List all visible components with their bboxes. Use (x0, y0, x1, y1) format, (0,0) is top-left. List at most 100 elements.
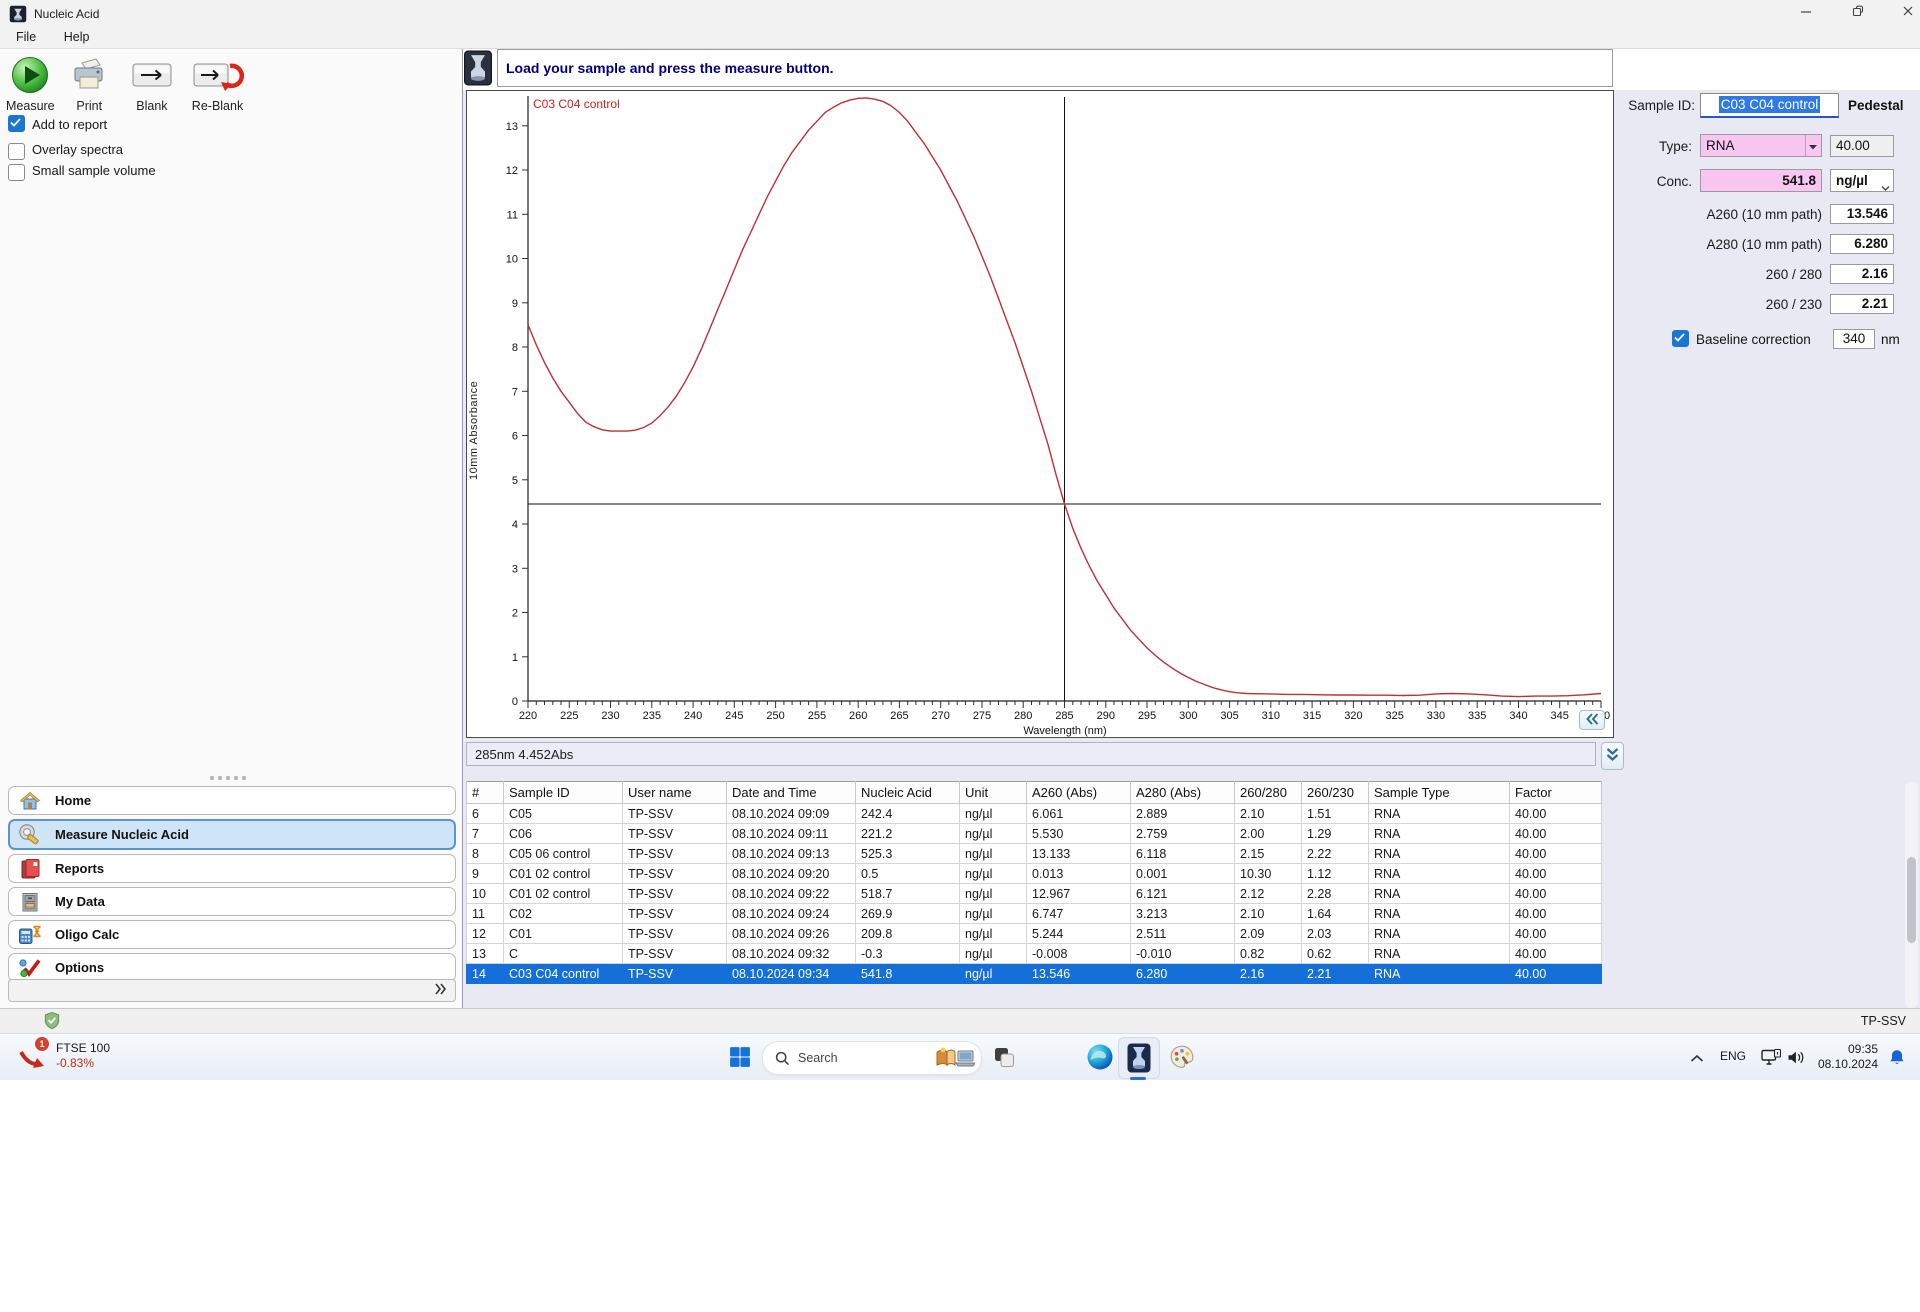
checkbox-overlay-spectra[interactable]: Overlay spectra (8, 141, 123, 160)
table-cell: -0.3 (855, 943, 960, 964)
svg-text:325: 325 (1386, 710, 1404, 722)
column-header[interactable]: A280 (Abs) (1130, 781, 1235, 804)
table-cell: 525.3 (855, 843, 960, 864)
table-row[interactable]: 11 C02 TP-SSV 08.10.2024 09:24 269.9 ng/µl 6.7… (466, 903, 1602, 924)
volume-icon[interactable] (1786, 1049, 1806, 1065)
baseline-wavelength-input[interactable]: 340 (1833, 329, 1875, 349)
column-header[interactable]: Sample Type (1368, 781, 1510, 804)
sidebar-item-reports[interactable]: Reports (8, 854, 456, 883)
column-header[interactable]: 260/280 (1234, 781, 1302, 804)
restore-button[interactable] (1838, 4, 1878, 24)
table-row[interactable]: 12 C01 TP-SSV 08.10.2024 09:26 209.8 ng/µl 5.2… (466, 923, 1602, 944)
sidebar-item-label: My Data (55, 894, 105, 909)
language-indicator[interactable]: ENG (1720, 1049, 1746, 1063)
sidebar-item-oligo[interactable]: Oligo Calc (8, 920, 456, 949)
print-button[interactable]: Print (68, 55, 110, 113)
sidebar-collapse-bar[interactable] (8, 979, 456, 1002)
minimize-button[interactable] (1786, 4, 1826, 24)
sidebar-item-options[interactable]: Options (8, 953, 456, 982)
baseline-unit-label: nm (1881, 332, 1900, 347)
menu-file[interactable]: File (4, 28, 48, 46)
tray-chevron-up-icon[interactable] (1688, 1051, 1706, 1065)
column-header[interactable]: # (466, 781, 504, 804)
sample-id-input[interactable]: C03 C04 control (1700, 93, 1839, 118)
table-cell: 12.967 (1026, 883, 1131, 904)
column-header[interactable]: Nucleic Acid (855, 781, 960, 804)
sidebar-item-measure[interactable]: Measure Nucleic Acid (8, 819, 456, 850)
table-cell: TP-SSV (622, 963, 727, 984)
ratio-260-230-value: 2.21 (1830, 294, 1894, 314)
checkbox-small-sample-volume[interactable]: Small sample volume (8, 162, 156, 181)
table-row[interactable]: 13 C TP-SSV 08.10.2024 09:32 -0.3 ng/µl -0.008… (466, 943, 1602, 964)
column-header[interactable]: Sample ID (503, 781, 623, 804)
table-cell: 10 (466, 883, 504, 904)
table-cell: 40.00 (1509, 863, 1602, 884)
column-header[interactable]: Unit (959, 781, 1027, 804)
table-cell: 541.8 (855, 963, 960, 984)
table-cell: C05 (503, 803, 623, 824)
table-cell: C01 02 control (503, 863, 623, 884)
stocks-widget[interactable]: 1 (16, 1036, 50, 1074)
table-cell: 2.511 (1130, 923, 1235, 944)
app-icon (9, 5, 27, 26)
start-button[interactable] (727, 1044, 753, 1070)
column-header[interactable]: A260 (Abs) (1026, 781, 1131, 804)
splitter-grip[interactable] (210, 776, 252, 781)
type-select[interactable]: RNA (1700, 134, 1822, 157)
table-cell: TP-SSV (622, 903, 727, 924)
current-user: TP-SSV (1860, 1014, 1906, 1028)
column-header[interactable]: User name (622, 781, 727, 804)
sidebar-item-mydata[interactable]: My Data (8, 887, 456, 916)
baseline-correction-toggle[interactable]: Baseline correction (1672, 330, 1811, 347)
conc-field: 541.8 (1700, 169, 1822, 192)
table-cell: C01 (503, 923, 623, 944)
table-cell: 40.00 (1509, 883, 1602, 904)
network-icon[interactable] (1760, 1048, 1782, 1066)
search-box[interactable]: Search (762, 1041, 982, 1075)
svg-text:335: 335 (1468, 710, 1486, 722)
blank-button[interactable]: Blank (130, 55, 174, 113)
reblank-button[interactable]: Re-Blank (192, 55, 244, 113)
svg-text:345: 345 (1551, 710, 1569, 722)
spectrum-plot[interactable]: 220 225 230 235 240 245 250 255 260 265 270 275 280 2… (467, 91, 1613, 737)
table-row[interactable]: 6 C05 TP-SSV 08.10.2024 09:09 242.4 ng/µl 6.06… (466, 803, 1602, 824)
column-header[interactable]: Factor (1509, 781, 1602, 804)
table-cell: -0.008 (1026, 943, 1131, 964)
menu-help[interactable]: Help (52, 28, 102, 46)
table-cell: 2.22 (1301, 843, 1369, 864)
widget-change: -0.83% (56, 1056, 95, 1070)
table-cell: C01 02 control (503, 883, 623, 904)
close-button[interactable] (1888, 4, 1920, 24)
chart-collapse-button[interactable] (1579, 710, 1605, 730)
table-scrollbar-thumb[interactable] (1907, 857, 1916, 943)
sidebar-item-home[interactable]: Home (8, 786, 456, 815)
widget-text[interactable]: FTSE 100 -0.83% (56, 1041, 110, 1071)
table-row[interactable]: 14 C03 C04 control TP-SSV 08.10.2024 09:34 5… (466, 963, 1602, 984)
readout-expand-button[interactable] (1601, 742, 1624, 770)
nucleic-acid-app-taskbar-icon[interactable] (1118, 1037, 1160, 1079)
table-cell: 3.213 (1130, 903, 1235, 924)
svg-text:240: 240 (684, 710, 702, 722)
clock[interactable]: 09:35 08.10.2024 (1814, 1042, 1878, 1072)
task-view-button[interactable] (991, 1044, 1017, 1070)
svg-text:235: 235 (643, 710, 661, 722)
spectrum-chart[interactable]: 220 225 230 235 240 245 250 255 260 265 270 275 280 2… (466, 90, 1614, 738)
table-cell: 2.09 (1234, 923, 1302, 944)
table-cell: 209.8 (855, 923, 960, 944)
table-cell: 08.10.2024 09:24 (726, 903, 856, 924)
table-cell: 2.10 (1234, 903, 1302, 924)
measure-button[interactable]: Measure (6, 55, 55, 113)
notification-bell-icon[interactable] (1888, 1048, 1906, 1066)
table-row[interactable]: 9 C01 02 control TP-SSV 08.10.2024 09:20 0.5… (466, 863, 1602, 884)
checkbox-add-to-report[interactable]: Add to report (8, 115, 107, 133)
column-header[interactable]: 260/230 (1301, 781, 1369, 804)
table-row[interactable]: 10 C01 02 control TP-SSV 08.10.2024 09:22 51… (466, 883, 1602, 904)
table-row[interactable]: 8 C05 06 control TP-SSV 08.10.2024 09:13 525… (466, 843, 1602, 864)
paint-app-icon[interactable] (1168, 1043, 1196, 1071)
conc-unit-select[interactable]: ng/µl (1830, 169, 1894, 192)
table-row[interactable]: 7 C06 TP-SSV 08.10.2024 09:11 221.2 ng/µl 5.53… (466, 823, 1602, 844)
table-cell: 10.30 (1234, 863, 1302, 884)
edge-browser-icon[interactable] (1086, 1043, 1114, 1071)
column-header[interactable]: Date and Time (726, 781, 856, 804)
svg-text:1: 1 (512, 652, 518, 664)
